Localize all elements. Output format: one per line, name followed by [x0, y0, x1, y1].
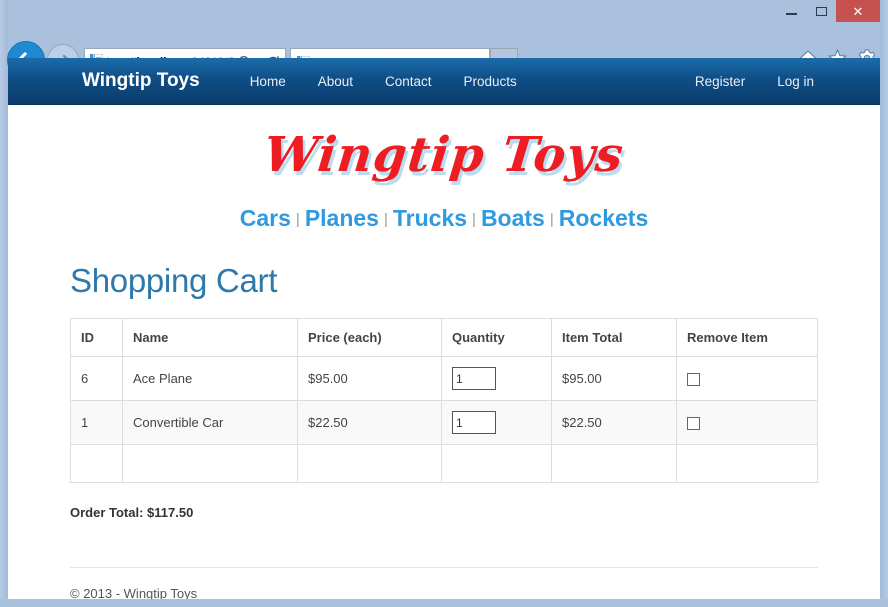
category-link-cars[interactable]: Cars: [240, 205, 291, 231]
category-link-trucks[interactable]: Trucks: [393, 205, 467, 231]
nav-link-about[interactable]: About: [302, 74, 369, 89]
cell-quantity: [442, 357, 552, 401]
nav-link-login[interactable]: Log in: [761, 74, 830, 89]
nav-link-contact[interactable]: Contact: [369, 74, 448, 89]
cell-empty: [71, 445, 123, 483]
column-header-price: Price (each): [298, 319, 442, 357]
cell-empty: [442, 445, 552, 483]
account-nav: Register Log in: [679, 74, 830, 89]
cell-empty: [677, 445, 818, 483]
cell-quantity: [442, 401, 552, 445]
cell-name: Ace Plane: [123, 357, 298, 401]
cart-table-head: ID Name Price (each) Quantity Item Total…: [71, 319, 818, 357]
browser-window: ✕ http://localhost:24019/S: [0, 0, 888, 607]
primary-nav: Home About Contact Products: [234, 74, 533, 89]
window-controls: ✕: [776, 0, 880, 22]
category-link-planes[interactable]: Planes: [305, 205, 379, 231]
shopping-cart-table: ID Name Price (each) Quantity Item Total…: [70, 318, 818, 483]
remove-item-checkbox[interactable]: [687, 373, 700, 386]
order-total: Order Total: $117.50: [70, 505, 818, 520]
quantity-input[interactable]: [452, 411, 496, 434]
table-row: 6 Ace Plane $95.00 $95.00: [71, 357, 818, 401]
column-header-item-total: Item Total: [552, 319, 677, 357]
column-header-remove-item: Remove Item: [677, 319, 818, 357]
site-logo[interactable]: Wingtip Toys: [261, 127, 626, 183]
site-brand[interactable]: Wingtip Toys: [82, 70, 200, 92]
minimize-icon: [786, 13, 797, 15]
site-navbar: Wingtip Toys Home About Contact Products…: [8, 58, 880, 105]
category-link-boats[interactable]: Boats: [481, 205, 545, 231]
cell-id: 6: [71, 357, 123, 401]
cell-empty: [123, 445, 298, 483]
close-icon: ✕: [853, 5, 864, 18]
maximize-icon: [816, 7, 827, 16]
site-logo-area: Wingtip Toys: [70, 105, 818, 183]
table-header-row: ID Name Price (each) Quantity Item Total…: [71, 319, 818, 357]
nav-link-home[interactable]: Home: [234, 74, 302, 89]
browser-toolbar: http://localhost:24019/S: [0, 22, 888, 58]
cell-remove: [677, 357, 818, 401]
close-button[interactable]: ✕: [836, 0, 880, 22]
remove-item-checkbox[interactable]: [687, 417, 700, 430]
column-header-id: ID: [71, 319, 123, 357]
category-separator: |: [291, 211, 305, 228]
category-separator: |: [379, 211, 393, 228]
cart-table-body: 6 Ace Plane $95.00 $95.00 1 Converti: [71, 357, 818, 483]
quantity-input[interactable]: [452, 367, 496, 390]
category-links: Cars|Planes|Trucks|Boats|Rockets: [70, 183, 818, 246]
cell-item-total: $22.50: [552, 401, 677, 445]
footer-text: © 2013 - Wingtip Toys: [70, 568, 818, 599]
window-frame-left: [0, 0, 8, 607]
cell-item-total: $95.00: [552, 357, 677, 401]
cell-price: $22.50: [298, 401, 442, 445]
category-link-rockets[interactable]: Rockets: [559, 205, 648, 231]
maximize-button[interactable]: [806, 0, 836, 22]
column-header-name: Name: [123, 319, 298, 357]
category-separator: |: [467, 211, 481, 228]
nav-link-register[interactable]: Register: [679, 74, 761, 89]
category-separator: |: [545, 211, 559, 228]
table-row-empty: [71, 445, 818, 483]
window-frame-right: [880, 0, 888, 607]
page-viewport: Wingtip Toys Home About Contact Products…: [8, 58, 880, 599]
window-frame-bottom: [0, 599, 888, 607]
nav-link-products[interactable]: Products: [448, 74, 533, 89]
cell-empty: [298, 445, 442, 483]
cell-remove: [677, 401, 818, 445]
title-bar: ✕: [0, 0, 888, 22]
cell-empty: [552, 445, 677, 483]
cell-id: 1: [71, 401, 123, 445]
page-title: Shopping Cart: [70, 262, 818, 300]
table-row: 1 Convertible Car $22.50 $22.50: [71, 401, 818, 445]
column-header-quantity: Quantity: [442, 319, 552, 357]
page-container: Wingtip Toys Cars|Planes|Trucks|Boats|Ro…: [8, 105, 880, 599]
cell-name: Convertible Car: [123, 401, 298, 445]
minimize-button[interactable]: [776, 0, 806, 22]
cell-price: $95.00: [298, 357, 442, 401]
